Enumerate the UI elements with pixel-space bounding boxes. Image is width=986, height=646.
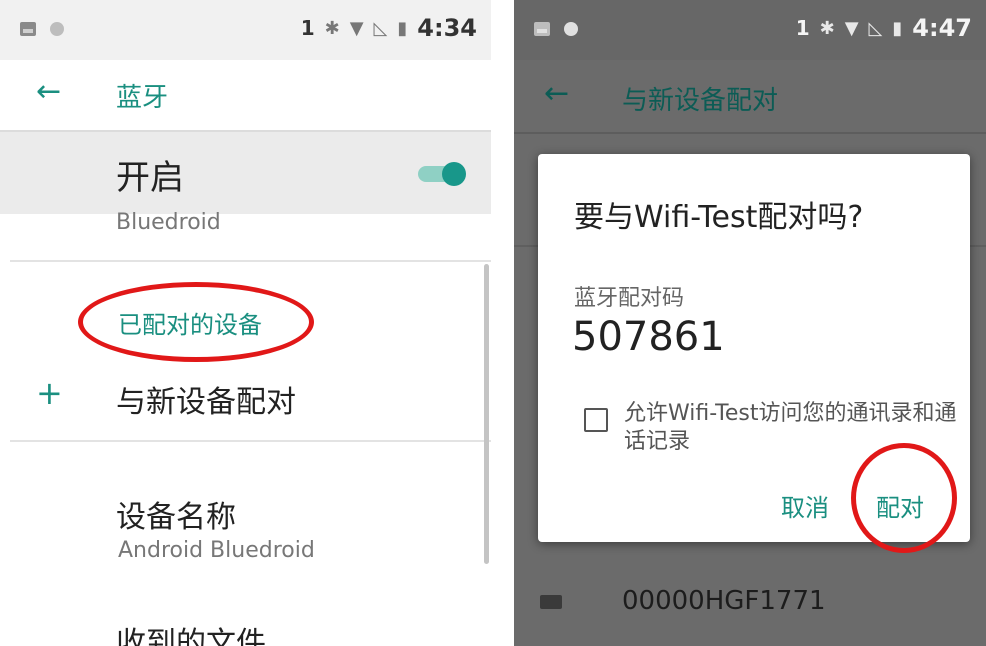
signal-icon: ◺	[373, 17, 388, 39]
page-title: 蓝牙	[116, 83, 169, 113]
bluetooth-icon: ✱	[324, 17, 340, 39]
pairing-code: 507861	[572, 314, 725, 360]
pairing-code-label: 蓝牙配对码	[574, 286, 685, 311]
status-time: 4:34	[417, 14, 477, 42]
dialog-title: 要与Wifi-Test配对吗?	[574, 200, 864, 235]
status-bar: 1 ✱ ▼ ◺ ▮ 4:47	[514, 0, 986, 60]
back-arrow-icon[interactable]: ←	[544, 76, 569, 111]
keyboard-icon	[540, 595, 562, 609]
wifi-icon: ▼	[349, 17, 364, 39]
sim-indicator: 1	[795, 16, 810, 40]
bluetooth-toggle-row[interactable]: 开启	[0, 132, 491, 214]
right-screen: 1 ✱ ▼ ◺ ▮ 4:47 ← 与新设备配对 00000HGF1771 要与W…	[514, 0, 986, 646]
switch-thumb	[442, 162, 466, 186]
page-title: 与新设备配对	[622, 86, 779, 116]
divider	[10, 440, 491, 442]
toolbar: ← 蓝牙	[0, 60, 491, 132]
sim-indicator: 1	[300, 16, 315, 40]
contacts-access-checkbox[interactable]	[584, 408, 608, 432]
battery-icon: ▮	[892, 17, 903, 39]
cancel-button[interactable]: 取消	[781, 488, 829, 523]
status-bar: 1 ✱ ▼ ◺ ▮ 4:34	[0, 0, 491, 60]
circle-notification-icon	[50, 22, 64, 36]
toolbar: ← 与新设备配对	[514, 60, 986, 134]
device-name-value: Android Bluedroid	[118, 538, 315, 563]
annotation-circle	[78, 282, 314, 362]
toggle-label: 开启	[116, 158, 184, 198]
plus-icon: +	[36, 374, 63, 412]
wifi-icon: ▼	[844, 17, 859, 39]
battery-icon: ▮	[397, 17, 408, 39]
divider	[10, 260, 491, 262]
image-notification-icon	[20, 22, 36, 36]
scrollbar[interactable]	[484, 264, 489, 564]
bluetooth-icon: ✱	[819, 17, 835, 39]
image-notification-icon	[534, 22, 550, 36]
device-name-item[interactable]: 设备名称	[116, 492, 236, 536]
received-files-item[interactable]: 收到的文件	[116, 618, 266, 646]
circle-notification-icon	[564, 22, 578, 36]
status-time: 4:47	[912, 14, 972, 42]
annotation-circle	[851, 443, 957, 553]
pair-new-device-item[interactable]: 与新设备配对	[116, 377, 296, 421]
available-device-item[interactable]: 00000HGF1771	[622, 586, 826, 616]
toggle-subtitle: Bluedroid	[116, 210, 221, 235]
bluetooth-switch[interactable]	[418, 162, 466, 186]
back-arrow-icon[interactable]: ←	[36, 74, 61, 109]
left-screen: 1 ✱ ▼ ◺ ▮ 4:34 ← 蓝牙 开启 Bluedroid 已配对的设备 …	[0, 0, 491, 646]
signal-icon: ◺	[868, 17, 883, 39]
